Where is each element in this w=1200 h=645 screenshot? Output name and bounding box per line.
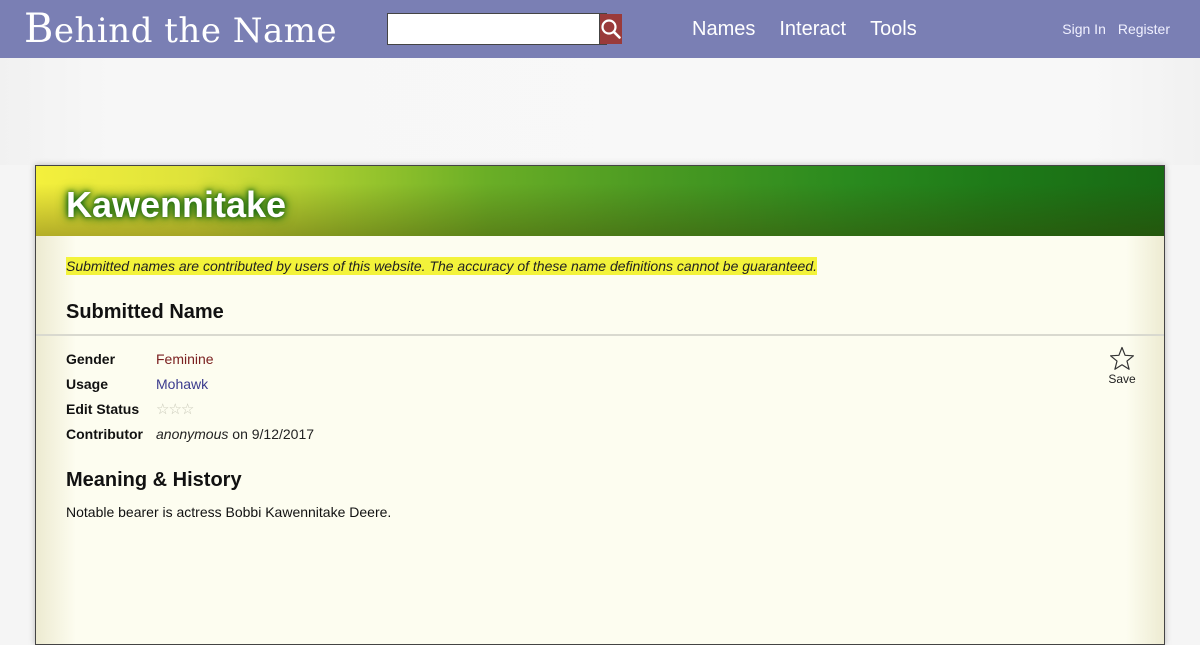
contributor-value: anonymous on 9/12/2017 — [156, 426, 314, 442]
edit-status-stars-icon: ☆☆☆ — [156, 400, 194, 418]
site-logo[interactable]: Behind the Name — [24, 7, 337, 53]
save-button[interactable]: Save — [1104, 346, 1140, 386]
disclaimer-notice: Submitted names are contributed by users… — [66, 257, 817, 275]
section-heading-submitted: Submitted Name — [66, 301, 224, 323]
nav-tools[interactable]: Tools — [858, 16, 929, 42]
section-heading-meaning: Meaning & History — [66, 469, 242, 491]
search-form — [387, 13, 622, 45]
logo-text: ehind the Name — [53, 11, 338, 51]
register-link[interactable]: Register — [1118, 20, 1170, 38]
search-button[interactable] — [599, 14, 622, 44]
info-label: Contributor — [66, 425, 143, 442]
save-label: Save — [1108, 372, 1136, 386]
star-outline-icon — [1110, 346, 1134, 370]
name-info-table: Gender Feminine Usage Mohawk Edit Status… — [66, 346, 314, 446]
site-header: Behind the Name Names Interact Tools Sig… — [0, 0, 1200, 58]
info-row-usage: Usage Mohawk — [66, 371, 314, 396]
page-title: Kawennitake — [66, 184, 287, 225]
ad-banner-area — [0, 58, 1200, 165]
search-icon — [601, 19, 621, 39]
name-banner: Kawennitake — [36, 166, 1164, 236]
logo-initial: B — [24, 6, 54, 52]
account-links: Sign In Register — [1062, 20, 1170, 38]
contributor-date: on 9/12/2017 — [228, 425, 315, 442]
name-card: Kawennitake Submitted names are contribu… — [35, 165, 1165, 645]
nav-interact[interactable]: Interact — [767, 16, 858, 42]
meaning-text: Notable bearer is actress Bobbi Kawennit… — [66, 504, 392, 520]
search-input[interactable] — [388, 14, 599, 44]
info-label: Gender — [66, 350, 116, 367]
contributor-name: anonymous — [156, 425, 229, 442]
main-nav: Names Interact Tools — [680, 16, 929, 42]
section-divider — [36, 334, 1164, 336]
info-row-gender: Gender Feminine — [66, 346, 314, 371]
usage-link[interactable]: Mohawk — [156, 376, 208, 392]
sign-in-link[interactable]: Sign In — [1062, 20, 1106, 38]
info-label: Edit Status — [66, 400, 140, 417]
info-row-contributor: Contributor anonymous on 9/12/2017 — [66, 421, 314, 446]
info-label: Usage — [66, 375, 109, 392]
info-row-edit-status: Edit Status ☆☆☆ — [66, 396, 314, 421]
nav-names[interactable]: Names — [680, 16, 767, 42]
gender-link[interactable]: Feminine — [156, 351, 214, 367]
